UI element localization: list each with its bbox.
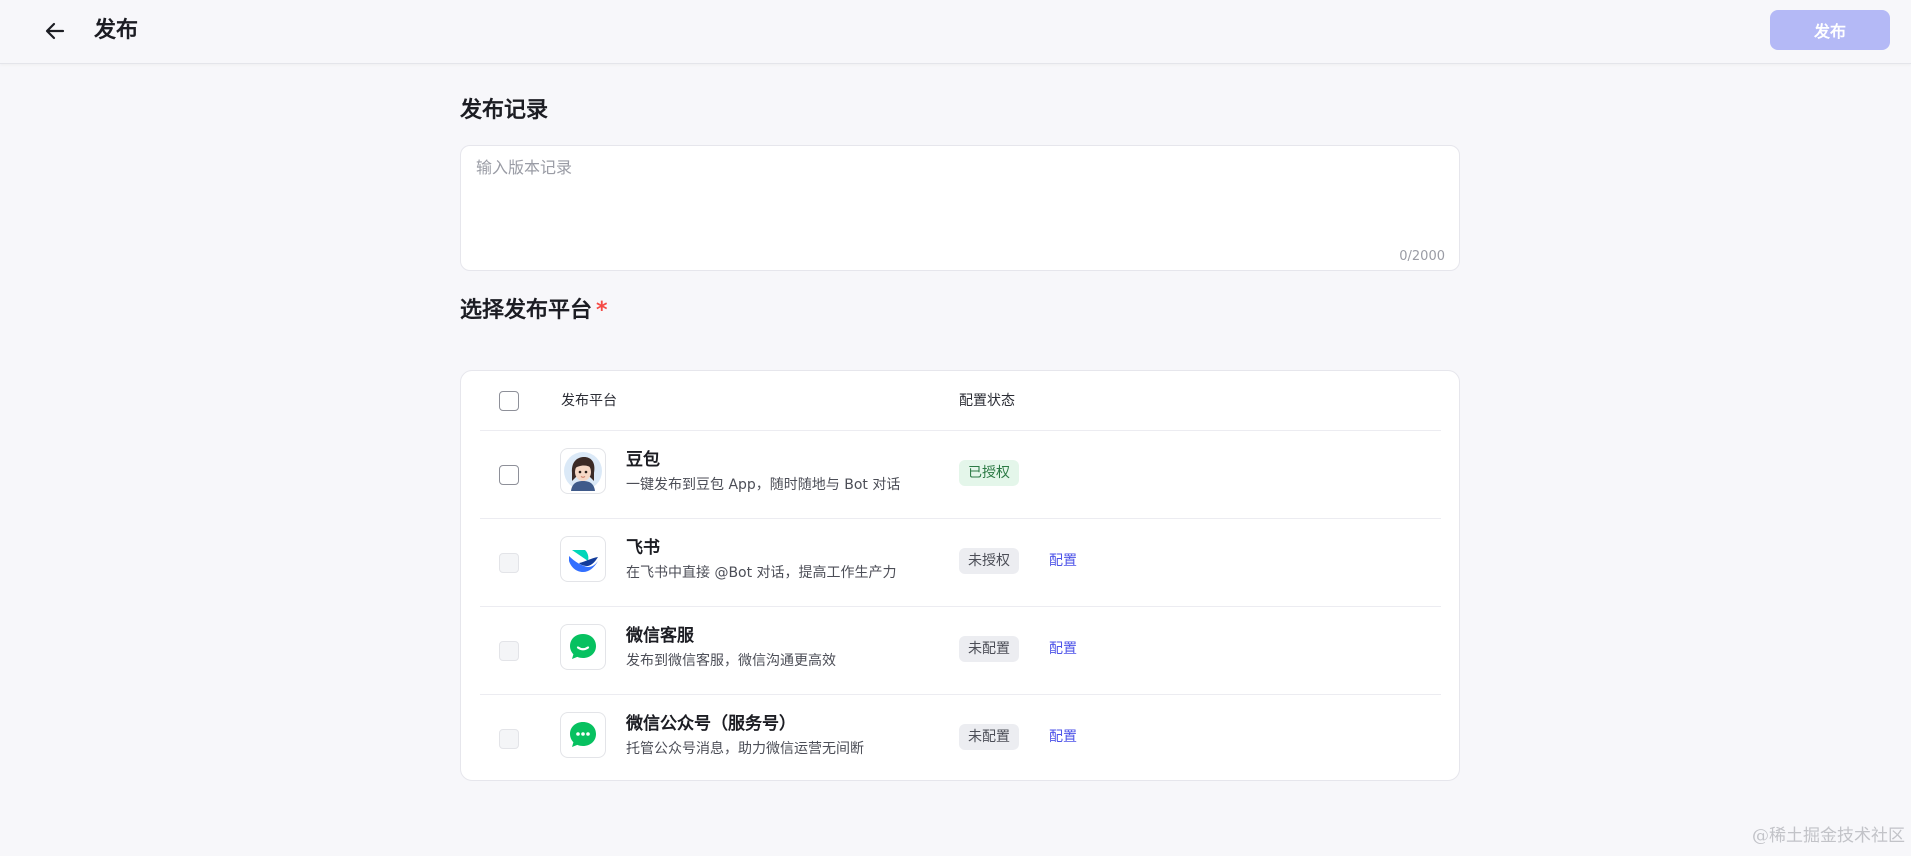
- row-checkbox-feishu[interactable]: [499, 553, 519, 573]
- table-row-wechat-official[interactable]: 微信公众号（服务号） 托管公众号消息，助力微信运营无间断 未配置 配置: [480, 695, 1441, 783]
- platform-description: 托管公众号消息，助力微信运营无间断: [626, 741, 864, 757]
- wechat-service-icon: [560, 624, 606, 670]
- char-counter: 0/2000: [1399, 249, 1445, 264]
- configure-link-wechat-official[interactable]: 配置: [1049, 725, 1077, 749]
- select-platform-title: 选择发布平台 *: [460, 296, 608, 326]
- release-notes-input[interactable]: [476, 156, 1444, 236]
- select-all-checkbox[interactable]: [499, 391, 519, 411]
- column-header-status: 配置状态: [959, 393, 1015, 409]
- column-header-platform: 发布平台: [561, 393, 617, 409]
- top-bar: 发布 发布: [0, 0, 1911, 64]
- table-row-wechat-service[interactable]: 微信客服 发布到微信客服，微信沟通更高效 未配置 配置: [480, 607, 1441, 695]
- required-mark: *: [596, 298, 608, 323]
- platform-name: 微信客服: [626, 626, 694, 646]
- row-checkbox-wechat-service[interactable]: [499, 641, 519, 661]
- release-notes-box: 0/2000: [460, 145, 1460, 271]
- table-row-feishu[interactable]: 飞书 在飞书中直接 @Bot 对话，提高工作生产力 未授权 配置: [480, 519, 1441, 607]
- platform-description: 发布到微信客服，微信沟通更高效: [626, 653, 836, 669]
- status-badge: 未配置: [959, 724, 1019, 750]
- wechat-official-account-icon: [560, 712, 606, 758]
- release-record-title: 发布记录: [460, 98, 549, 123]
- platform-description: 在飞书中直接 @Bot 对话，提高工作生产力: [626, 565, 897, 581]
- row-checkbox-wechat-official[interactable]: [499, 729, 519, 749]
- doubao-avatar-icon: [560, 448, 606, 494]
- table-row-doubao[interactable]: 豆包 一键发布到豆包 App，随时随地与 Bot 对话 已授权: [480, 431, 1441, 519]
- page-title: 发布: [94, 18, 139, 43]
- platform-description: 一键发布到豆包 App，随时随地与 Bot 对话: [626, 477, 901, 493]
- publish-button[interactable]: 发布: [1770, 10, 1890, 50]
- status-badge: 已授权: [959, 460, 1019, 486]
- watermark: @稀土掘金技术社区: [1752, 826, 1905, 846]
- platform-table: 发布平台 配置状态 豆包 一键发布到豆包 App，随时随地与 Bot 对话 已授…: [460, 370, 1460, 781]
- back-button[interactable]: [38, 14, 72, 48]
- row-checkbox-doubao[interactable]: [499, 465, 519, 485]
- platform-name: 豆包: [626, 450, 660, 470]
- arrow-left-icon: [45, 22, 65, 40]
- configure-link-wechat-service[interactable]: 配置: [1049, 637, 1077, 661]
- feishu-icon: [560, 536, 606, 582]
- table-header: 发布平台 配置状态: [480, 371, 1441, 431]
- platform-name: 微信公众号（服务号）: [626, 714, 796, 734]
- select-platform-label: 选择发布平台: [460, 298, 593, 323]
- platform-name: 飞书: [626, 538, 660, 558]
- configure-link-feishu[interactable]: 配置: [1049, 549, 1077, 573]
- status-badge: 未授权: [959, 548, 1019, 574]
- status-badge: 未配置: [959, 636, 1019, 662]
